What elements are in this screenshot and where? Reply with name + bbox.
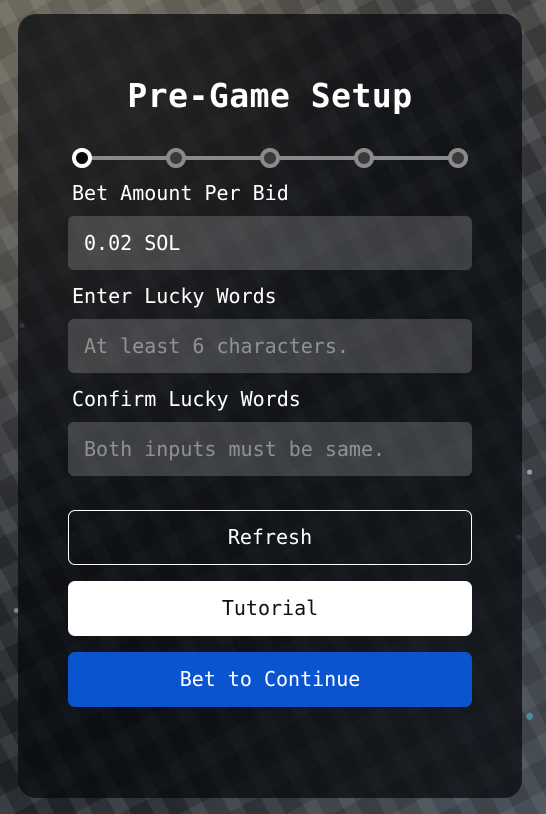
confirm-lucky-words-label: Confirm Lucky Words [72,387,301,411]
lucky-words-label: Enter Lucky Words [72,284,277,308]
bet-to-continue-button[interactable]: Bet to Continue [68,652,472,707]
refresh-button[interactable]: Refresh [68,510,472,565]
tutorial-button[interactable]: Tutorial [68,581,472,636]
step-2-indicator [166,148,186,168]
pre-game-setup-card: Pre-Game Setup Bet Amount Per Bid Enter … [18,14,522,798]
page-title: Pre-Game Setup [127,76,413,115]
step-4-indicator [354,148,374,168]
lucky-words-input[interactable] [68,319,472,373]
bet-amount-label: Bet Amount Per Bid [72,181,289,205]
step-3-indicator [260,148,280,168]
step-5-indicator [448,148,468,168]
confirm-lucky-words-input[interactable] [68,422,472,476]
step-1-indicator [72,148,92,168]
progress-stepper [72,147,468,169]
bet-amount-input[interactable] [68,216,472,270]
